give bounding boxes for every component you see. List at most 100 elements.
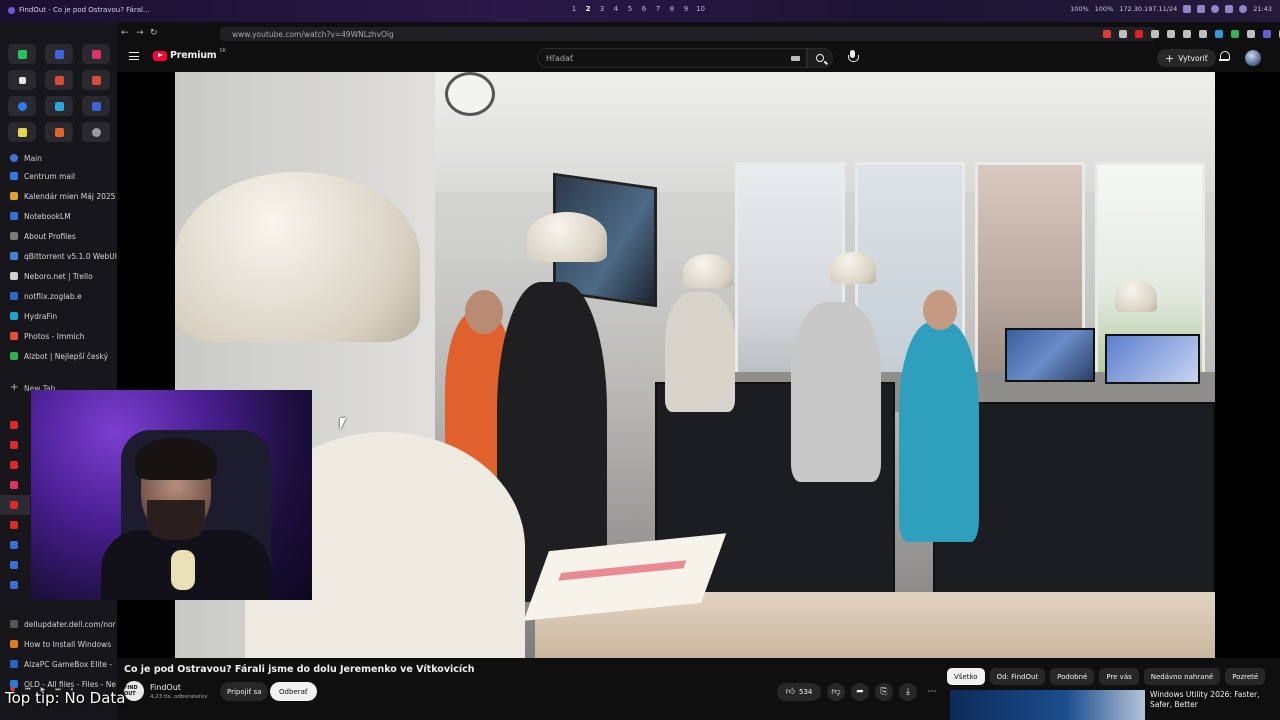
search-input[interactable]: Hľadať [537,48,807,68]
pinned-x[interactable] [8,70,36,90]
tab-generic-2[interactable] [0,555,30,575]
sidebar-tab[interactable]: Kalendár mien Máj 2025 [0,186,117,206]
tab-youtube-active[interactable] [0,495,30,515]
pinned-drive[interactable] [45,96,73,116]
page-icon [10,541,18,549]
network-icon[interactable] [1183,5,1192,13]
pinned-notes[interactable] [8,122,36,142]
filter-chip[interactable]: Pozreté [1225,668,1266,685]
pinned-gmail-2[interactable] [82,70,110,90]
filter-chip[interactable]: Podobné [1050,668,1095,685]
dislike-button[interactable]: 👎︎ [827,683,845,701]
channel-name[interactable]: FindOut [150,683,181,692]
tab-generic-3[interactable] [0,575,30,595]
create-button[interactable]: + Vytvoriť [1157,49,1216,67]
tab-youtube-2[interactable] [0,435,30,455]
workspace-3[interactable]: 3 [598,5,606,13]
workspace-1[interactable]: 1 [570,5,578,13]
tab-instagram[interactable] [0,475,30,495]
reload-icon[interactable]: ↻ [150,28,158,38]
extension-icon[interactable] [1215,30,1223,38]
extension-icon[interactable] [1135,30,1143,38]
pinned-messenger[interactable] [45,44,73,64]
clock[interactable]: 21:43 [1253,5,1272,13]
save-button[interactable]: ⎘ [875,683,893,701]
download-button[interactable]: ⤓ [899,683,917,701]
extension-icon[interactable] [1119,30,1127,38]
sidebar-tab[interactable]: qBittorrent v5.1.0 WebUI [0,246,117,266]
keyboard-icon[interactable] [791,56,800,61]
space-main[interactable]: Main [0,150,117,166]
channel-avatar[interactable]: FIND OUT [124,681,144,701]
sidebar-tab[interactable]: notflix.zoglab.e [0,286,117,306]
status-icon[interactable] [1239,5,1248,13]
extension-icon[interactable] [1151,30,1159,38]
filter-chip[interactable]: Od: FindOut [989,668,1046,685]
extension-icon[interactable] [1103,30,1111,38]
battery-readout[interactable]: 100% [1095,5,1114,13]
subscribe-button[interactable]: Odberať [270,682,317,701]
tab-youtube-3[interactable] [0,455,30,475]
workspace-4[interactable]: 4 [612,5,620,13]
back-arrow-icon[interactable]: ← [121,28,129,38]
filter-chip[interactable]: Pre vás [1099,668,1139,685]
chrome-icon[interactable] [1211,5,1220,13]
extension-icon[interactable] [1183,30,1191,38]
tab-generic-1[interactable] [0,535,30,555]
pinned-chat[interactable] [8,96,36,116]
pinned-gitlab[interactable] [45,122,73,142]
sidebar-tab[interactable]: AlzaPC GameBox Elite - [0,654,117,674]
sidebar-tab-label: HydraFin [24,311,58,321]
extension-icon[interactable] [1167,30,1175,38]
filter-chip[interactable]: Nedávno nahrané [1143,668,1221,685]
extension-icon[interactable] [1199,30,1207,38]
tab-youtube-1[interactable] [0,415,30,435]
workspace-5[interactable]: 5 [626,5,634,13]
sidebar-tab[interactable]: Photos - Immich [0,326,117,346]
recommendation-thumbnail[interactable] [950,690,1145,720]
address-bar[interactable]: www.youtube.com/watch?v=49WNLzhvOig [220,27,1155,41]
youtube-logo[interactable]: Premium SK [153,48,226,61]
sidebar-tab[interactable]: dellupdater.dell.com/nor [0,614,117,634]
more-button[interactable]: ⋯ [923,683,941,701]
telegram-icon[interactable] [1225,5,1234,13]
workspace-7[interactable]: 7 [654,5,662,13]
bluetooth-icon[interactable] [1197,5,1206,13]
sidebar-tab[interactable]: Alzbot | Nejlepší český [0,346,117,366]
pinned-whatsapp[interactable] [8,44,36,64]
sidebar-tab[interactable]: Centrum mail [0,166,117,186]
sidebar-tab[interactable]: HydraFin [0,306,117,326]
sidebar-tab[interactable]: How to Install Windows [0,634,117,654]
volume-readout[interactable]: 100% [1070,5,1089,13]
pinned-calendar[interactable] [82,96,110,116]
pinned-instagram[interactable] [82,44,110,64]
recommendation-title[interactable]: Windows Utility 2026: Faster, Safer, Bet… [1150,690,1275,710]
extension-icon[interactable] [1231,30,1239,38]
voice-search-icon[interactable] [847,50,859,64]
x-icon [18,76,26,84]
workspace-6[interactable]: 6 [640,5,648,13]
instagram-icon [91,49,101,59]
sidebar-tab[interactable]: About Profiles [0,226,117,246]
youtube-icon [10,421,18,429]
filter-chip[interactable]: Všetko [947,668,985,685]
workspace-10[interactable]: 10 [696,5,705,13]
extension-icon[interactable] [1263,30,1271,38]
notifications-bell-icon[interactable] [1219,51,1230,62]
workspace-9[interactable]: 9 [682,5,690,13]
sidebar-tab[interactable]: Neboro.net | Trello [0,266,117,286]
pinned-settings[interactable] [82,122,110,142]
like-button[interactable]: 👍︎ 534 [777,683,821,701]
extension-icon[interactable] [1247,30,1255,38]
pinned-gmail[interactable] [45,70,73,90]
account-avatar[interactable] [1245,50,1261,66]
tab-youtube-4[interactable] [0,515,30,535]
search-button[interactable] [807,48,833,68]
hamburger-menu-icon[interactable] [129,52,139,60]
workspace-8[interactable]: 8 [668,5,676,13]
sidebar-tab[interactable]: NotebookLM [0,206,117,226]
forward-arrow-icon[interactable]: → [136,28,144,38]
join-button[interactable]: Pripojiť sa [220,682,269,701]
workspace-2[interactable]: 2 [584,5,592,13]
share-button[interactable]: ➦ [851,683,869,701]
